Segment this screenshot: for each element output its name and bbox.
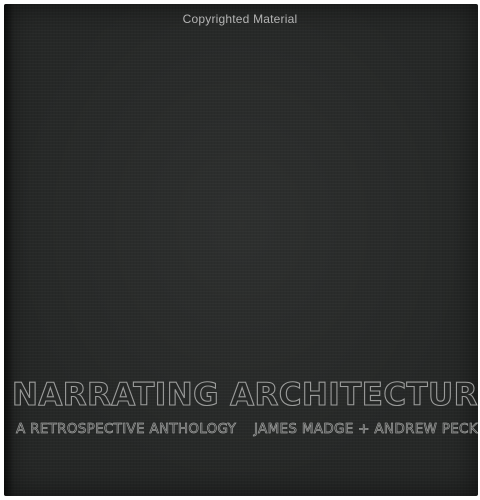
book-subtitle: A RETROSPECTIVE ANTHOLOGY	[16, 421, 237, 438]
cover-edge-shadow	[4, 4, 14, 496]
book-cover: NARRATING ARCHITECTURE A RETROSPECTIVE A…	[4, 4, 478, 496]
book-cover-image: NARRATING ARCHITECTURE A RETROSPECTIVE A…	[0, 0, 480, 500]
book-authors: JAMES MADGE + ANDREW PECKHAM	[254, 421, 478, 438]
copyright-watermark: Copyrighted Material	[182, 12, 298, 26]
book-title: NARRATING ARCHITECTURE	[11, 377, 478, 413]
